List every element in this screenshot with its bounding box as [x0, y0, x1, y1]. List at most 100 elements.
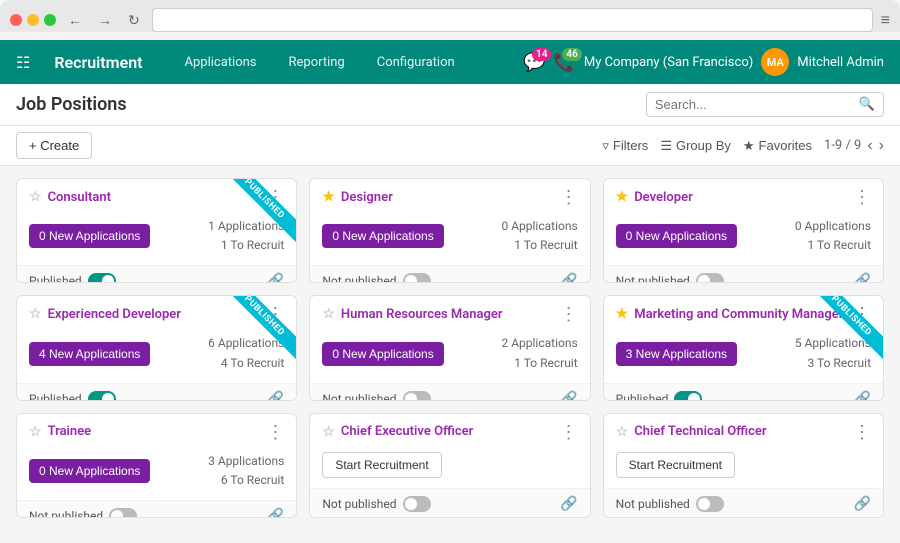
- company-name: My Company (San Francisco): [584, 55, 753, 70]
- new-applications-button[interactable]: 0 New Applications: [29, 459, 150, 483]
- to-recruit-count: 1 To Recruit: [208, 236, 284, 255]
- publish-status: Not published: [322, 273, 430, 283]
- star-icon[interactable]: ★: [322, 189, 335, 205]
- minimize-window-button[interactable]: [27, 14, 39, 26]
- new-applications-button[interactable]: 0 New Applications: [29, 224, 150, 248]
- link-icon[interactable]: 🔗: [854, 273, 871, 283]
- link-icon[interactable]: 🔗: [560, 391, 577, 401]
- card-stats: 3 Applications 6 To Recruit: [208, 452, 284, 490]
- star-icon[interactable]: ☆: [616, 424, 629, 440]
- publish-toggle[interactable]: [403, 273, 431, 283]
- link-icon[interactable]: 🔗: [854, 391, 871, 401]
- star-icon[interactable]: ☆: [29, 189, 42, 205]
- favorites-button[interactable]: ★ Favorites: [743, 138, 812, 154]
- link-icon[interactable]: 🔗: [560, 273, 577, 283]
- card-menu-button[interactable]: ⋮: [266, 424, 284, 442]
- publish-toggle[interactable]: [109, 508, 137, 518]
- publish-status: Published: [29, 273, 116, 283]
- start-recruitment-button[interactable]: Start Recruitment: [616, 452, 735, 478]
- link-icon[interactable]: 🔗: [267, 273, 284, 283]
- publish-toggle[interactable]: [403, 391, 431, 401]
- messages-badge[interactable]: 💬 14: [523, 52, 545, 73]
- maximize-window-button[interactable]: [44, 14, 56, 26]
- card-menu-button[interactable]: ⋮: [560, 424, 578, 442]
- nav-reporting[interactable]: Reporting: [283, 51, 351, 74]
- calls-badge[interactable]: 📞 46: [553, 52, 575, 73]
- filters-button[interactable]: ▿ Filters: [602, 138, 648, 154]
- to-recruit-count: 1 To Recruit: [501, 354, 577, 373]
- star-icon[interactable]: ★: [616, 189, 629, 205]
- card-stats: 1 Applications 1 To Recruit: [208, 217, 284, 255]
- next-page-button[interactable]: ›: [879, 137, 884, 155]
- card-menu-button[interactable]: ⋮: [853, 424, 871, 442]
- publish-toggle[interactable]: [696, 273, 724, 283]
- search-bar: 🔍: [646, 92, 884, 117]
- new-applications-button[interactable]: 0 New Applications: [322, 224, 443, 248]
- link-icon[interactable]: 🔗: [560, 496, 577, 512]
- card-title[interactable]: ★ Designer: [322, 189, 392, 205]
- card-title[interactable]: ☆ Chief Executive Officer: [322, 424, 473, 440]
- job-card-6: ☆ Trainee ⋮ 0 New Applications 3 Applica…: [16, 413, 297, 518]
- page-title: Job Positions: [16, 94, 127, 115]
- refresh-button[interactable]: ↻: [124, 10, 144, 31]
- new-applications-button[interactable]: 4 New Applications: [29, 342, 150, 366]
- card-title[interactable]: ★ Developer: [616, 189, 693, 205]
- card-menu-button[interactable]: ⋮: [853, 189, 871, 207]
- star-icon[interactable]: ★: [616, 306, 629, 322]
- publish-toggle[interactable]: [696, 496, 724, 512]
- publish-toggle[interactable]: [88, 273, 116, 283]
- card-title[interactable]: ☆ Trainee: [29, 424, 91, 440]
- job-card-3: ☆ Experienced Developer ⋮ 4 New Applicat…: [16, 295, 297, 400]
- grid-icon[interactable]: ☷: [16, 53, 30, 72]
- card-title[interactable]: ☆ Human Resources Manager: [322, 306, 502, 322]
- group-by-button[interactable]: ☰ Group By: [660, 138, 731, 154]
- publish-toggle[interactable]: [674, 391, 702, 401]
- applications-count: 5 Applications: [795, 334, 871, 353]
- star-icon[interactable]: ☆: [29, 306, 42, 322]
- publish-toggle[interactable]: [88, 391, 116, 401]
- card-header: ☆ Trainee ⋮: [17, 414, 296, 448]
- start-recruitment-button[interactable]: Start Recruitment: [322, 452, 441, 478]
- search-icon[interactable]: 🔍: [859, 97, 875, 112]
- browser-menu-icon[interactable]: ≡: [881, 10, 890, 30]
- new-applications-button[interactable]: 0 New Applications: [322, 342, 443, 366]
- create-button[interactable]: + Create: [16, 132, 92, 159]
- star-icon[interactable]: ☆: [322, 424, 335, 440]
- card-title[interactable]: ★ Marketing and Community Manager: [616, 306, 844, 322]
- card-body: 3 New Applications 5 Applications 3 To R…: [604, 330, 883, 382]
- card-header: ☆ Chief Executive Officer ⋮: [310, 414, 589, 448]
- prev-page-button[interactable]: ‹: [867, 137, 872, 155]
- search-input[interactable]: [655, 97, 855, 112]
- back-button[interactable]: ←: [64, 10, 86, 30]
- link-icon[interactable]: 🔗: [267, 391, 284, 401]
- publish-status: Published: [616, 391, 703, 401]
- nav-configuration[interactable]: Configuration: [371, 51, 461, 74]
- publish-status: Published: [29, 391, 116, 401]
- publish-status: Not published: [616, 273, 724, 283]
- new-applications-button[interactable]: 3 New Applications: [616, 342, 737, 366]
- user-name: Mitchell Admin: [797, 55, 884, 70]
- to-recruit-count: 3 To Recruit: [795, 354, 871, 373]
- applications-count: 0 Applications: [795, 217, 871, 236]
- publish-toggle[interactable]: [403, 496, 431, 512]
- new-applications-button[interactable]: 0 New Applications: [616, 224, 737, 248]
- publish-status: Not published: [322, 496, 430, 512]
- applications-count: 3 Applications: [208, 452, 284, 471]
- star-icon[interactable]: ☆: [322, 306, 335, 322]
- card-title[interactable]: ☆ Consultant: [29, 189, 111, 205]
- to-recruit-count: 1 To Recruit: [795, 236, 871, 255]
- forward-button[interactable]: →: [94, 10, 116, 30]
- toolbar-right: ▿ Filters ☰ Group By ★ Favorites 1-9 / 9…: [602, 137, 884, 155]
- job-card-1: ★ Designer ⋮ 0 New Applications 0 Applic…: [309, 178, 590, 283]
- link-icon[interactable]: 🔗: [267, 508, 284, 518]
- link-icon[interactable]: 🔗: [854, 496, 871, 512]
- pagination: 1-9 / 9 ‹ ›: [824, 137, 884, 155]
- nav-applications[interactable]: Applications: [179, 51, 263, 74]
- address-bar[interactable]: [152, 8, 873, 32]
- star-icon[interactable]: ☆: [29, 424, 42, 440]
- card-menu-button[interactable]: ⋮: [560, 189, 578, 207]
- card-title[interactable]: ☆ Chief Technical Officer: [616, 424, 767, 440]
- card-title[interactable]: ☆ Experienced Developer: [29, 306, 181, 322]
- close-window-button[interactable]: [10, 14, 22, 26]
- card-menu-button[interactable]: ⋮: [560, 306, 578, 324]
